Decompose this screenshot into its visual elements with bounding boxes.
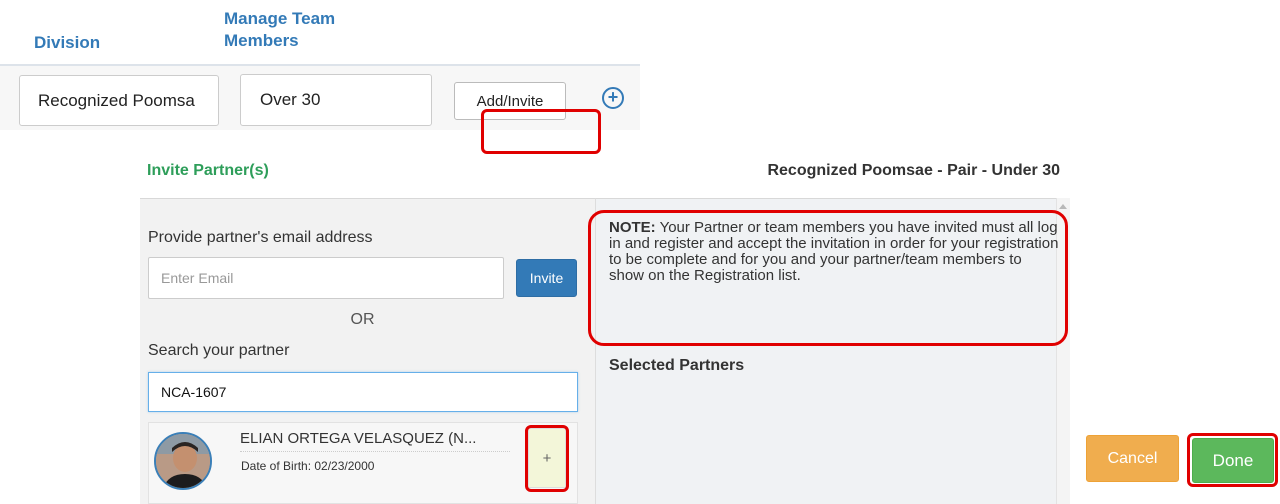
email-label: Provide partner's email address (148, 229, 373, 246)
partner-name: ELIAN ORTEGA VELASQUEZ (N... (240, 430, 510, 452)
invite-button[interactable]: Invite (516, 259, 577, 297)
scroll-up-arrow-icon[interactable] (1059, 204, 1067, 209)
add-invite-button[interactable]: Add/Invite (454, 82, 566, 120)
note-prefix: NOTE: (609, 219, 656, 236)
division-column-header: Division (34, 33, 101, 52)
note-text: Your Partner or team members you have in… (609, 219, 1059, 284)
partner-search-input[interactable] (148, 372, 578, 412)
registration-note: NOTE: Your Partner or team members you h… (598, 212, 1060, 328)
avatar (154, 432, 212, 490)
done-button[interactable]: Done (1192, 438, 1274, 483)
email-input[interactable] (148, 257, 504, 299)
manage-team-cell: Over 30 (240, 74, 432, 126)
invite-partners-title: Invite Partner(s) (147, 162, 269, 179)
selected-partners-label: Selected Partners (609, 357, 745, 374)
division-title: Recognized Poomsae - Pair - Under 30 (767, 162, 1060, 179)
cancel-button[interactable]: Cancel (1086, 435, 1179, 482)
circle-plus-icon[interactable]: + (602, 87, 624, 109)
manage-team-members-column-header: Manage Team Members (224, 9, 336, 50)
division-cell: Recognized Poomsa (19, 75, 219, 126)
partner-dob: Date of Birth: 02/23/2000 (241, 459, 375, 473)
or-divider-label: OR (350, 311, 375, 328)
search-partner-label: Search your partner (148, 342, 290, 359)
add-partner-button[interactable]: + (528, 428, 566, 488)
